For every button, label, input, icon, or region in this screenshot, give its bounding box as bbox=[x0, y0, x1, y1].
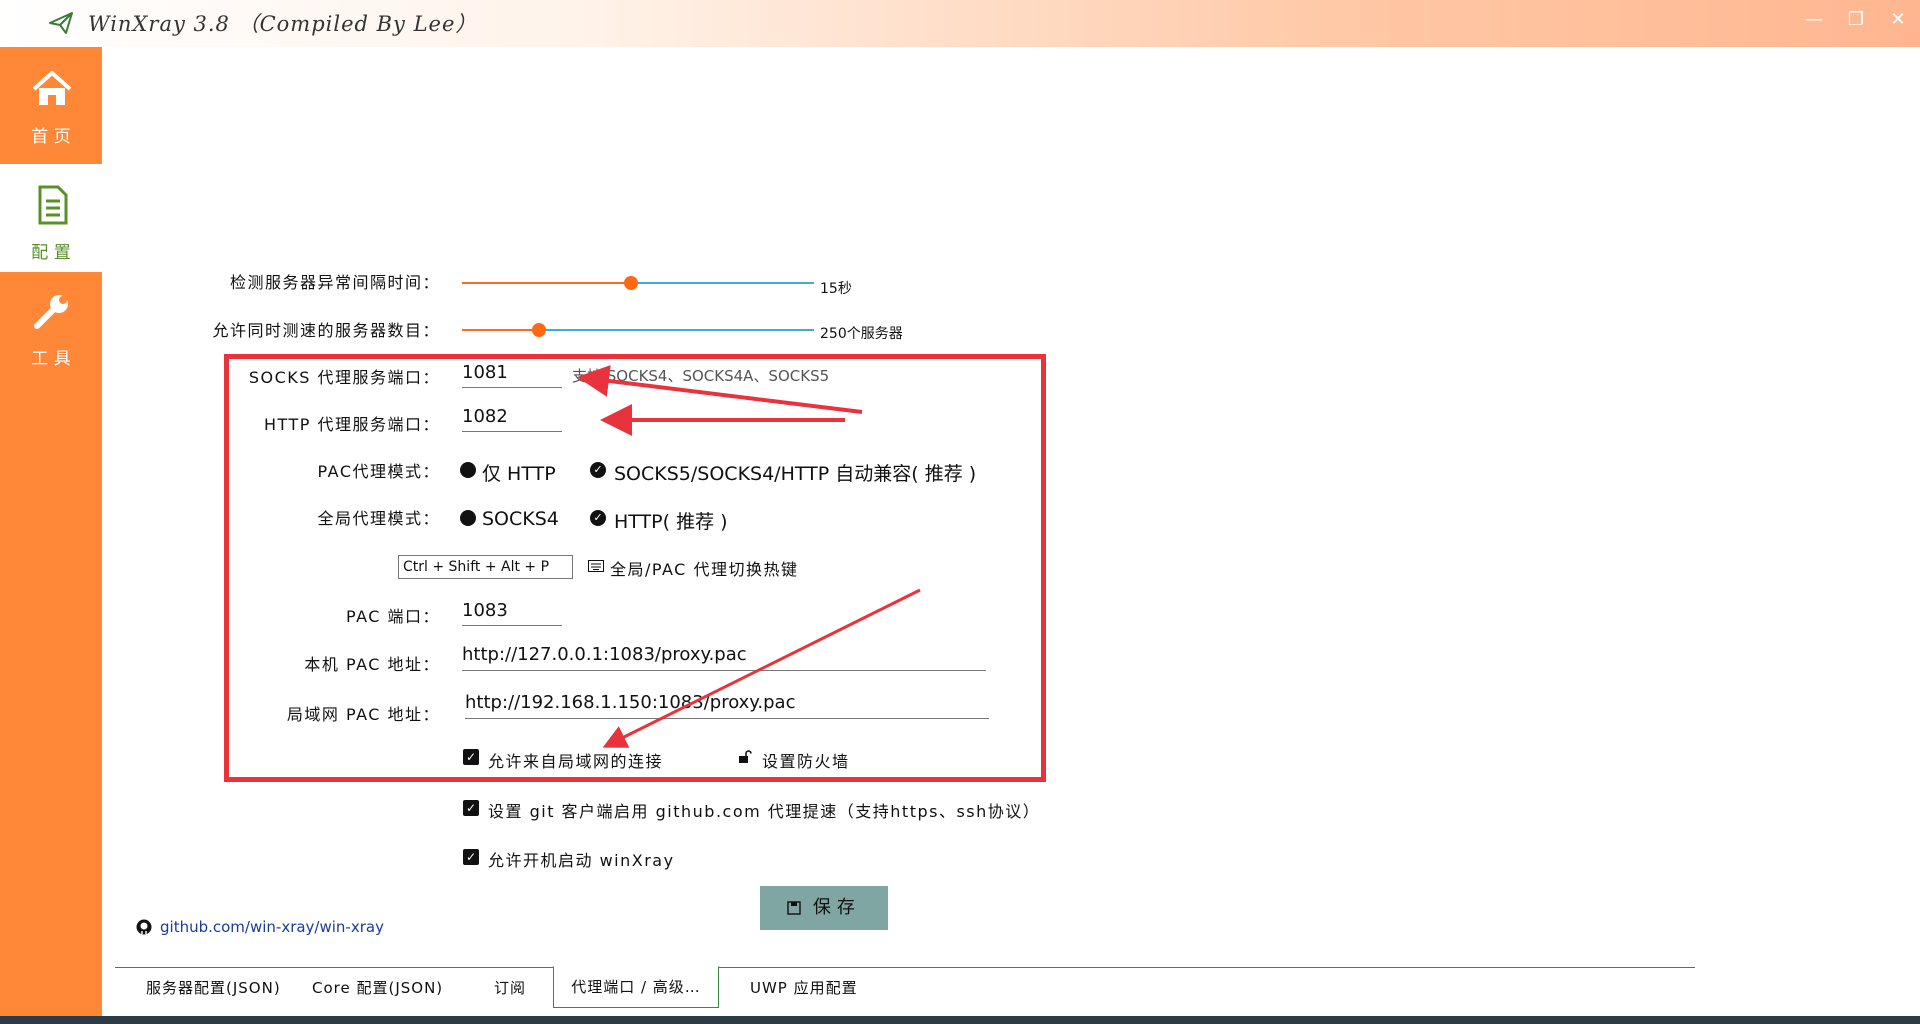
home-icon bbox=[32, 71, 72, 105]
global-mode-option-socks4[interactable]: SOCKS4 bbox=[482, 508, 559, 530]
document-icon bbox=[38, 185, 68, 225]
tab-server-config-json[interactable]: 服务器配置(JSON) bbox=[146, 968, 281, 1008]
local-pac-input[interactable]: http://127.0.0.1:1083/proxy.pac bbox=[462, 644, 986, 671]
slider-thumb[interactable] bbox=[532, 323, 546, 337]
socks-port-input[interactable]: 1081 bbox=[462, 362, 562, 388]
save-button-label: 保存 bbox=[812, 897, 861, 918]
http-port-label: HTTP 代理服务端口： bbox=[263, 415, 440, 434]
github-link[interactable]: github.com/win-xray/win-xray bbox=[160, 918, 384, 936]
keyboard-icon bbox=[588, 560, 604, 572]
tab-core-config-json[interactable]: Core 配置(JSON) bbox=[312, 968, 443, 1008]
firewall-link[interactable]: 设置防火墙 bbox=[762, 748, 850, 772]
radio-checked-icon[interactable]: ✓ bbox=[590, 510, 606, 526]
slider-track-empty bbox=[631, 282, 814, 284]
wrench-icon bbox=[34, 295, 68, 329]
save-button[interactable]: 保存 bbox=[760, 886, 888, 930]
lan-pac-input[interactable]: http://192.168.1.150:1083/proxy.pac bbox=[465, 692, 989, 719]
concurrent-servers-label: 允许同时测速的服务器数目： bbox=[212, 321, 440, 340]
sidebar-item-home[interactable]: 首 页 bbox=[0, 48, 102, 156]
local-pac-label: 本机 PAC 地址： bbox=[304, 655, 440, 674]
http-port-input[interactable]: 1082 bbox=[462, 406, 562, 432]
radio-checked-icon[interactable]: ✓ bbox=[590, 462, 606, 478]
slider-track-filled bbox=[462, 282, 631, 284]
global-mode-label: 全局代理模式： bbox=[317, 509, 440, 528]
close-button[interactable]: ✕ bbox=[1884, 6, 1912, 34]
autostart-label[interactable]: 允许开机启动 winXray bbox=[488, 847, 675, 871]
concurrent-servers-value: 250个服务器 bbox=[820, 326, 903, 342]
allow-lan-label[interactable]: 允许来自局域网的连接 bbox=[488, 748, 663, 772]
restore-button[interactable]: ❐ bbox=[1842, 6, 1870, 34]
unlock-icon bbox=[739, 750, 752, 763]
pac-port-input[interactable]: 1083 bbox=[462, 600, 562, 626]
hotkey-label: 全局/PAC 代理切换热键 bbox=[610, 560, 799, 579]
sidebar-item-label: 工 具 bbox=[31, 349, 71, 369]
pac-mode-label: PAC代理模式： bbox=[317, 462, 440, 481]
sidebar-item-config[interactable]: 配 置 bbox=[0, 164, 102, 272]
floppy-disk-icon bbox=[787, 901, 801, 915]
status-strip bbox=[0, 1016, 1920, 1024]
sidebar-item-label: 首 页 bbox=[31, 127, 71, 147]
check-interval-slider[interactable] bbox=[462, 275, 814, 291]
slider-track-filled bbox=[462, 329, 539, 331]
sidebar-item-label: 配 置 bbox=[31, 243, 71, 263]
global-mode-option-http[interactable]: HTTP( 推荐 ) bbox=[614, 507, 728, 534]
git-proxy-label[interactable]: 设置 git 客户端启用 github.com 代理提速（支持https、ssh… bbox=[488, 798, 1040, 822]
concurrent-servers-slider[interactable] bbox=[462, 322, 814, 338]
radio-unchecked-icon[interactable] bbox=[460, 462, 476, 478]
sidebar-item-tools[interactable]: 工 具 bbox=[0, 270, 102, 378]
checkbox-checked-icon[interactable]: ✓ bbox=[463, 849, 479, 865]
paper-plane-icon bbox=[49, 12, 73, 34]
tab-proxy-ports-advanced[interactable]: 代理端口 / 高级… bbox=[553, 966, 719, 1008]
github-icon bbox=[136, 919, 152, 935]
hotkey-input[interactable]: Ctrl + Shift + Alt + P bbox=[398, 555, 573, 579]
check-interval-value: 15秒 bbox=[820, 281, 852, 297]
slider-track-empty bbox=[539, 329, 814, 331]
pac-mode-option-http[interactable]: 仅 HTTP bbox=[482, 459, 556, 486]
pac-mode-option-auto[interactable]: SOCKS5/SOCKS4/HTTP 自动兼容( 推荐 ) bbox=[614, 459, 976, 486]
check-interval-label: 检测服务器异常间隔时间： bbox=[229, 273, 440, 292]
radio-unchecked-icon[interactable] bbox=[460, 510, 476, 526]
checkbox-checked-icon[interactable]: ✓ bbox=[463, 749, 479, 765]
pac-port-label: PAC 端口： bbox=[345, 607, 440, 626]
socks-port-label: SOCKS 代理服务端口： bbox=[248, 368, 440, 387]
lan-pac-label: 局域网 PAC 地址： bbox=[286, 705, 440, 724]
socks-port-hint: 支持 SOCKS4、SOCKS4A、SOCKS5 bbox=[572, 367, 830, 385]
slider-thumb[interactable] bbox=[624, 276, 638, 290]
checkbox-checked-icon[interactable]: ✓ bbox=[463, 800, 479, 816]
tab-subscription[interactable]: 订阅 bbox=[494, 968, 526, 1008]
minimize-button[interactable]: — bbox=[1800, 6, 1828, 34]
tab-uwp-app-config[interactable]: UWP 应用配置 bbox=[750, 968, 858, 1008]
window-title: WinXray 3.8 （Compiled By Lee） bbox=[88, 12, 478, 36]
